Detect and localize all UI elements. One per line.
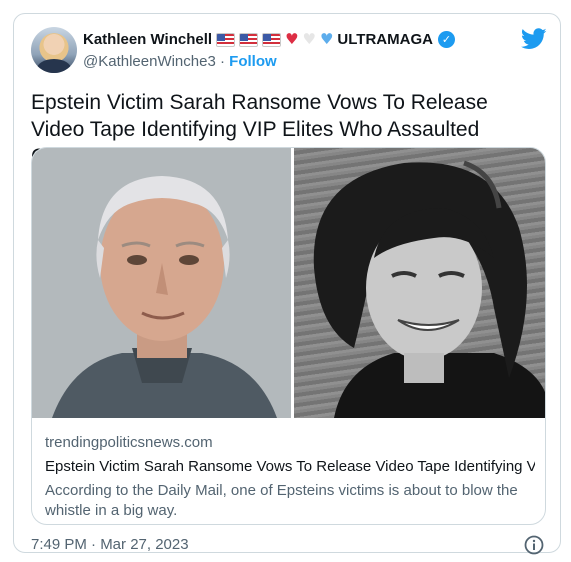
link-meta[interactable]: trendingpoliticsnews.com Epstein Victim …	[45, 433, 535, 521]
man-portrait-graphic	[32, 148, 291, 418]
us-flag-icon	[239, 32, 259, 47]
handle-separator: ·	[219, 53, 225, 70]
author-name-row[interactable]: Kathleen Winchell ♥ ♥ ♥ ULTRAMAGA ✓	[83, 31, 455, 48]
us-flag-icon	[216, 32, 236, 47]
author-handle[interactable]: @KathleenWinche3	[83, 53, 216, 70]
author-handle-row: @KathleenWinche3 · Follow	[83, 53, 277, 70]
us-flag-icon	[262, 32, 282, 47]
twitter-bird-icon[interactable]	[521, 28, 547, 50]
tweet-embed-card[interactable]: Kathleen Winchell ♥ ♥ ♥ ULTRAMAGA ✓ @Kat…	[13, 13, 561, 556]
info-icon[interactable]	[523, 534, 545, 556]
blue-heart-icon: ♥	[319, 30, 334, 48]
white-heart-icon: ♥	[302, 30, 316, 48]
avatar[interactable]	[31, 27, 77, 73]
follow-button[interactable]: Follow	[229, 53, 277, 70]
author-display-name[interactable]: Kathleen Winchell	[83, 31, 212, 48]
verified-badge-icon: ✓	[437, 31, 455, 48]
link-preview-card[interactable]: trendingpoliticsnews.com Epstein Victim …	[31, 147, 546, 525]
photo-right	[294, 148, 545, 418]
woman-portrait-graphic	[294, 148, 545, 418]
avatar-shirt	[37, 59, 71, 73]
red-heart-icon: ♥	[285, 30, 299, 48]
link-description: According to the Daily Mail, one of Epst…	[45, 482, 518, 519]
author-name-suffix[interactable]: ULTRAMAGA	[337, 31, 433, 48]
link-preview-image[interactable]	[32, 148, 545, 418]
tweet-timestamp[interactable]: 7:49 PM · Mar 27, 2023	[31, 536, 189, 553]
photo-left	[32, 148, 291, 418]
link-title[interactable]: Epstein Victim Sarah Ransome Vows To Rel…	[45, 457, 535, 477]
link-domain: trendingpoliticsnews.com	[45, 434, 213, 451]
